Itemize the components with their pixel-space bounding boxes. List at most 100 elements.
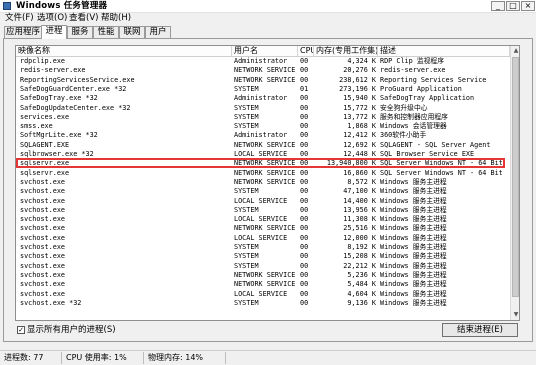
cell-image-name: smss.exe [20, 122, 53, 131]
tab-performance[interactable]: 性能 [93, 26, 119, 38]
cell-memory: 4,324 K [347, 57, 376, 65]
close-button[interactable]: × [521, 1, 535, 11]
cell-image-name: SafeDogTray.exe *32 [20, 94, 98, 103]
process-row[interactable]: svchost.exe LOCAL SERVICE 00 11,308 K Window… [16, 215, 510, 224]
process-row[interactable]: svchost.exe LOCAL SERVICE 00 12,000 K Window… [16, 234, 510, 243]
tab-processes[interactable]: 进程 [41, 25, 67, 39]
process-row[interactable]: svchost.exe SYSTEM 00 13,956 K Windows 服务主进程 [16, 206, 510, 215]
process-row[interactable]: SafeDogGuardCenter.exe *32 SYSTEM 01 273,19… [16, 85, 510, 94]
cell-description: SQL Browser Service EXE [380, 150, 475, 158]
cell-memory: 1,868 K [347, 122, 376, 131]
menu-bar: 文件(F) 选项(O) 查看(V) 帮助(H) [0, 13, 536, 24]
menu-file[interactable]: 文件(F) [5, 13, 34, 24]
cell-image-name: svchost.exe [20, 252, 66, 261]
cell-memory: 13,940,800 K [326, 159, 376, 168]
status-bar: 进程数: 77 CPU 使用率: 1% 物理内存: 14% [0, 350, 536, 365]
vertical-scrollbar[interactable]: ▲ ▼ [510, 46, 519, 320]
process-row[interactable]: svchost.exe NETWORK SERVICE 00 5,484 K Windo… [16, 280, 510, 289]
process-row[interactable]: svchost.exe *32 SYSTEM 00 9,136 K Windows 服务… [16, 299, 510, 308]
scroll-down-icon[interactable]: ▼ [511, 310, 519, 320]
cell-user-name: LOCAL SERVICE [234, 233, 288, 242]
maximize-button[interactable]: □ [506, 1, 520, 11]
process-row[interactable]: svchost.exe NETWORK SERVICE 00 25,516 K Wind… [16, 224, 510, 233]
cell-cpu: 00 [300, 103, 309, 112]
process-row[interactable]: svchost.exe SYSTEM 00 47,100 K Windows 服务主进程 [16, 187, 510, 196]
cell-memory: 13,772 K [343, 112, 376, 121]
column-description[interactable]: 描述 [378, 46, 510, 56]
process-row[interactable]: SQLAGENT.EXE NETWORK SERVICE 00 12,692 K SQL… [16, 141, 510, 150]
cell-description: Windows 服务主进程 [380, 177, 447, 186]
menu-view[interactable]: 查看(V) [69, 13, 98, 24]
tab-applications[interactable]: 应用程序 [4, 26, 42, 38]
process-row[interactable]: ReportingServicesService.exe NETWORK SERV… [16, 76, 510, 85]
window-title: Windows 任务管理器 [16, 1, 108, 11]
cell-user-name: LOCAL SERVICE [234, 215, 288, 224]
column-memory[interactable]: 内存(专用工作集) [314, 46, 378, 56]
column-image-name[interactable]: 映像名称 [16, 46, 232, 56]
cell-cpu: 00 [300, 196, 309, 205]
cell-description: 360软件小助手 [380, 131, 427, 140]
cell-user-name: LOCAL SERVICE [234, 150, 288, 158]
process-row[interactable]: svchost.exe SYSTEM 00 22,212 K Windows 服务主进程 [16, 262, 510, 271]
cell-image-name: svchost.exe [20, 243, 66, 251]
process-row[interactable]: services.exe SYSTEM 00 13,772 K 服务和控制器应用程序 [16, 113, 510, 122]
process-row[interactable]: svchost.exe NETWORK SERVICE 00 8,572 K Windo… [16, 178, 510, 187]
process-row[interactable]: SafeDogTray.exe *32 Administrator 00 15,940… [16, 94, 510, 103]
cell-user-name: SYSTEM [234, 84, 259, 93]
scroll-up-icon[interactable]: ▲ [511, 46, 519, 56]
cell-image-name: svchost.exe [20, 196, 66, 205]
cell-user-name: SYSTEM [234, 112, 259, 121]
cell-memory: 4,604 K [347, 289, 376, 298]
status-cpu-usage: CPU 使用率: 1% [64, 352, 144, 364]
cell-cpu: 00 [300, 224, 309, 233]
status-process-count: 进程数: 77 [2, 352, 62, 364]
scroll-thumb[interactable] [512, 57, 519, 297]
cell-description: 安全狗升级中心 [380, 103, 428, 112]
cell-image-name: sqlservr.exe [20, 168, 70, 177]
process-row[interactable]: smss.exe SYSTEM 00 1,868 K Windows 会话管理器 [16, 122, 510, 131]
cell-image-name: svchost.exe [20, 270, 66, 279]
cell-cpu: 00 [300, 289, 309, 298]
cell-image-name: SafeDogGuardCenter.exe *32 [20, 84, 127, 93]
process-row[interactable]: sqlbrowser.exe *32 LOCAL SERVICE 00 12,448 … [16, 150, 510, 159]
cell-cpu: 00 [300, 270, 309, 279]
menu-help[interactable]: 帮助(H) [101, 13, 131, 24]
cell-description: Windows 服务主进程 [380, 261, 447, 270]
menu-options[interactable]: 选项(O) [37, 13, 67, 24]
cell-user-name: NETWORK SERVICE [234, 66, 296, 75]
selected-process-row[interactable]: sqlservr.exe NETWORK SERVICE 00 13,940,800 … [16, 158, 510, 169]
column-cpu[interactable]: CPU [298, 46, 314, 56]
cell-cpu: 00 [300, 66, 309, 75]
process-row[interactable]: SoftMgrLite.exe *32 Administrator 00 12,412… [16, 131, 510, 140]
cell-description: Windows 服务主进程 [380, 215, 447, 224]
minimize-button[interactable]: _ [491, 1, 505, 11]
show-all-users-checkbox[interactable]: ✓ [17, 326, 25, 334]
cell-user-name: SYSTEM [234, 252, 259, 261]
tab-users[interactable]: 用户 [145, 26, 171, 38]
cell-cpu: 00 [300, 159, 309, 168]
cell-user-name: Administrator [234, 57, 288, 65]
cell-user-name: NETWORK SERVICE [234, 280, 296, 289]
cell-user-name: SYSTEM [234, 298, 259, 307]
cell-user-name: NETWORK SERVICE [234, 159, 296, 168]
cell-description: Windows 服务主进程 [380, 243, 447, 251]
cell-memory: 12,000 K [343, 233, 376, 242]
column-user-name[interactable]: 用户名 [232, 46, 298, 56]
process-row[interactable]: redis-server.exe NETWORK SERVICE 00 20,276 … [16, 66, 510, 75]
tab-strip: 应用程序 进程 服务 性能 联网 用户 [0, 25, 536, 39]
end-process-button[interactable]: 结束进程(E) [442, 323, 518, 337]
cell-cpu: 00 [300, 131, 309, 140]
process-row[interactable]: SafeDogUpdateCenter.exe *32 SYSTEM 00 15,77… [16, 104, 510, 113]
process-row[interactable]: svchost.exe LOCAL SERVICE 00 4,604 K Windows… [16, 290, 510, 299]
cell-description: 服务和控制器应用程序 [380, 112, 448, 121]
process-row[interactable]: svchost.exe NETWORK SERVICE 00 5,236 K Windo… [16, 271, 510, 280]
cell-user-name: SYSTEM [234, 103, 259, 112]
process-row[interactable]: svchost.exe SYSTEM 00 15,208 K Windows 服务主进程 [16, 252, 510, 261]
process-row[interactable]: sqlservr.exe NETWORK SERVICE 00 16,860 K SQL… [16, 169, 510, 178]
tab-networking[interactable]: 联网 [119, 26, 145, 38]
tab-services[interactable]: 服务 [67, 26, 93, 38]
process-row[interactable]: svchost.exe LOCAL SERVICE 00 14,400 K Window… [16, 197, 510, 206]
process-row[interactable]: svchost.exe SYSTEM 00 8,192 K Windows 服务主进程 [16, 243, 510, 252]
task-manager-window: Windows 任务管理器 _ □ × 文件(F) 选项(O) 查看(V) 帮助… [0, 0, 536, 365]
process-row[interactable]: rdpclip.exe Administrator 00 4,324 K RDP Cli… [16, 57, 510, 66]
